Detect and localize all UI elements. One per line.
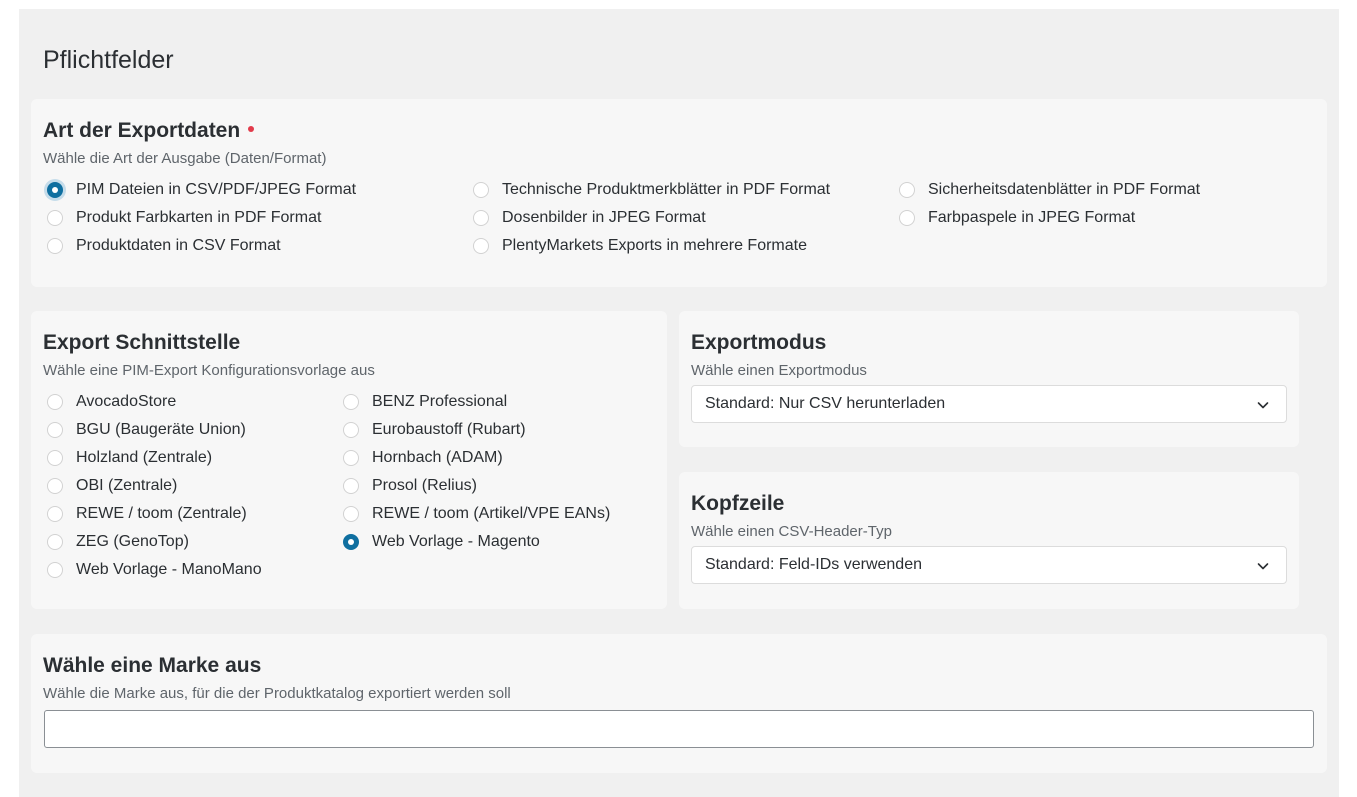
interface-option-manomano[interactable]: Web Vorlage - ManoMano: [47, 559, 262, 581]
export-type-option-label: Produktdaten in CSV Format: [76, 237, 281, 254]
radio-icon[interactable]: [47, 422, 63, 438]
interface-option-label: Web Vorlage - Magento: [372, 533, 540, 550]
radio-icon[interactable]: [343, 422, 359, 438]
interface-option-label: Eurobaustoff (Rubart): [372, 421, 526, 438]
radio-icon[interactable]: [473, 182, 489, 198]
header-row-select[interactable]: Standard: Feld-IDs verwenden: [691, 546, 1287, 584]
export-type-title-text: Art der Exportdaten: [43, 119, 241, 142]
radio-checked-icon[interactable]: [47, 182, 63, 198]
interface-option-label: Web Vorlage - ManoMano: [76, 561, 262, 578]
radio-icon[interactable]: [343, 450, 359, 466]
export-type-option-pim[interactable]: PIM Dateien in CSV/PDF/JPEG Format: [47, 179, 356, 201]
export-interface-card: Export Schnittstelle Wähle eine PIM-Expo…: [31, 311, 667, 609]
export-type-option-dosenbilder[interactable]: Dosenbilder in JPEG Format: [473, 207, 706, 229]
radio-icon[interactable]: [343, 394, 359, 410]
radio-icon[interactable]: [343, 506, 359, 522]
radio-icon[interactable]: [47, 562, 63, 578]
export-type-option-label: Produkt Farbkarten in PDF Format: [76, 209, 322, 226]
interface-option-label: Hornbach (ADAM): [372, 449, 503, 466]
radio-icon[interactable]: [343, 478, 359, 494]
export-type-option-farbpaspele[interactable]: Farbpaspele in JPEG Format: [899, 207, 1135, 229]
interface-option-label: BGU (Baugeräte Union): [76, 421, 246, 438]
export-mode-subtitle: Wähle einen Exportmodus: [691, 362, 867, 379]
required-dot-icon: [248, 126, 255, 133]
brand-title: Wähle eine Marke aus: [43, 654, 262, 677]
interface-option-label: REWE / toom (Artikel/VPE EANs): [372, 505, 611, 522]
export-type-option-label: PlentyMarkets Exports in mehrere Formate: [502, 237, 807, 254]
interface-option-rewe-artikel[interactable]: REWE / toom (Artikel/VPE EANs): [343, 503, 610, 525]
export-type-option-plentymarkets[interactable]: PlentyMarkets Exports in mehrere Formate: [473, 235, 807, 257]
radio-icon[interactable]: [47, 478, 63, 494]
interface-option-holzland[interactable]: Holzland (Zentrale): [47, 447, 212, 469]
radio-icon[interactable]: [47, 534, 63, 550]
radio-icon[interactable]: [899, 210, 915, 226]
interface-option-rewe-zentrale[interactable]: REWE / toom (Zentrale): [47, 503, 247, 525]
interface-option-hornbach[interactable]: Hornbach (ADAM): [343, 447, 503, 469]
interface-option-prosol[interactable]: Prosol (Relius): [343, 475, 477, 497]
brand-subtitle: Wähle die Marke aus, für die der Produkt…: [43, 685, 511, 702]
radio-icon[interactable]: [473, 210, 489, 226]
radio-icon[interactable]: [473, 238, 489, 254]
header-row-title: Kopfzeile: [691, 492, 785, 515]
export-type-option-sicherheitsdatenblaetter[interactable]: Sicherheitsdatenblätter in PDF Format: [899, 179, 1200, 201]
export-type-option-label: Dosenbilder in JPEG Format: [502, 209, 706, 226]
brand-input[interactable]: [44, 710, 1314, 748]
interface-option-label: OBI (Zentrale): [76, 477, 178, 494]
interface-option-benz[interactable]: BENZ Professional: [343, 391, 507, 413]
radio-checked-icon[interactable]: [343, 534, 359, 550]
interface-option-label: BENZ Professional: [372, 393, 508, 410]
interface-option-eurobaustoff[interactable]: Eurobaustoff (Rubart): [343, 419, 526, 441]
radio-icon[interactable]: [47, 506, 63, 522]
export-type-title: Art der Exportdaten: [43, 117, 255, 145]
interface-option-label: ZEG (GenoTop): [76, 533, 189, 550]
interface-option-avocadostore[interactable]: AvocadoStore: [47, 391, 176, 413]
header-row-card: Kopfzeile Wähle einen CSV-Header-Typ Sta…: [679, 472, 1299, 609]
interface-option-label: Prosol (Relius): [372, 477, 477, 494]
export-type-option-label: Farbpaspele in JPEG Format: [928, 209, 1136, 226]
interface-option-magento[interactable]: Web Vorlage - Magento: [343, 531, 540, 553]
interface-option-zeg[interactable]: ZEG (GenoTop): [47, 531, 189, 553]
chevron-down-icon: [1257, 563, 1269, 570]
interface-option-label: REWE / toom (Zentrale): [76, 505, 247, 522]
export-type-option-label: Technische Produktmerkblätter in PDF For…: [502, 181, 831, 198]
interface-option-obi[interactable]: OBI (Zentrale): [47, 475, 177, 497]
radio-icon[interactable]: [47, 210, 63, 226]
export-mode-selected-value: Standard: Nur CSV herunterladen: [705, 395, 946, 412]
radio-icon[interactable]: [899, 182, 915, 198]
export-interface-subtitle: Wähle eine PIM-Export Konfigurationsvorl…: [43, 362, 375, 379]
export-interface-title: Export Schnittstelle: [43, 331, 241, 354]
page-title: Pflichtfelder: [43, 46, 174, 74]
export-mode-select[interactable]: Standard: Nur CSV herunterladen: [691, 385, 1287, 423]
radio-icon[interactable]: [47, 238, 63, 254]
export-type-option-label: PIM Dateien in CSV/PDF/JPEG Format: [76, 181, 357, 198]
chevron-down-icon: [1257, 402, 1269, 409]
export-type-subtitle: Wähle die Art der Ausgabe (Daten/Format): [43, 150, 327, 167]
brand-card: Wähle eine Marke aus Wähle die Marke aus…: [31, 634, 1327, 773]
export-type-card: Art der Exportdaten Wähle die Art der Au…: [31, 99, 1327, 287]
export-type-option-farbkarten[interactable]: Produkt Farbkarten in PDF Format: [47, 207, 321, 229]
radio-icon[interactable]: [47, 394, 63, 410]
export-mode-title: Exportmodus: [691, 331, 827, 354]
header-row-subtitle: Wähle einen CSV-Header-Typ: [691, 523, 892, 540]
radio-icon[interactable]: [47, 450, 63, 466]
export-type-option-merkblaetter[interactable]: Technische Produktmerkblätter in PDF For…: [473, 179, 830, 201]
interface-option-bgu[interactable]: BGU (Baugeräte Union): [47, 419, 246, 441]
header-row-selected-value: Standard: Feld-IDs verwenden: [705, 556, 922, 573]
export-type-option-label: Sicherheitsdatenblätter in PDF Format: [928, 181, 1201, 198]
export-type-option-produktdaten[interactable]: Produktdaten in CSV Format: [47, 235, 281, 257]
interface-option-label: Holzland (Zentrale): [76, 449, 213, 466]
interface-option-label: AvocadoStore: [76, 393, 177, 410]
export-mode-card: Exportmodus Wähle einen Exportmodus Stan…: [679, 311, 1299, 447]
